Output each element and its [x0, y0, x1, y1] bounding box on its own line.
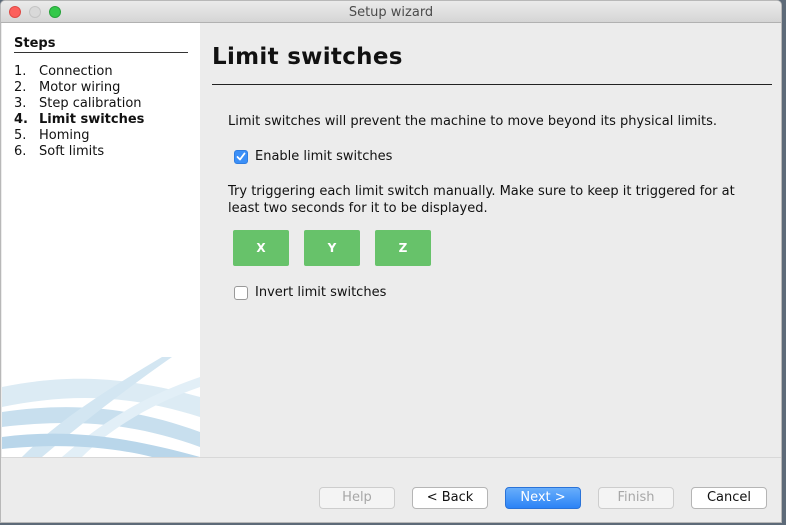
finish-button[interactable]: Finish — [598, 487, 674, 509]
main-content: Limit switches Limit switches will preve… — [200, 23, 781, 457]
steps-title: Steps — [14, 36, 188, 53]
enable-limit-switches-label: Enable limit switches — [255, 149, 393, 164]
enable-limit-switches-checkbox[interactable] — [234, 150, 248, 164]
step-number: 4. — [14, 112, 28, 127]
back-button[interactable]: < Back — [412, 487, 488, 509]
checkmark-icon — [236, 152, 246, 161]
limit-switch-x-indicator: X — [233, 230, 289, 266]
next-button[interactable]: Next > — [505, 487, 581, 509]
hint-text: Try triggering each limit switch manuall… — [228, 184, 735, 216]
step-number: 6. — [14, 144, 27, 159]
limit-switch-y-indicator: Y — [304, 230, 360, 266]
window-title: Setup wizard — [348, 5, 434, 20]
page-title: Limit switches — [212, 44, 403, 70]
step-label: Motor wiring — [39, 80, 121, 95]
heading-divider — [212, 84, 772, 85]
limit-switch-z-indicator: Z — [375, 230, 431, 266]
title-bar: Setup wizard — [1, 1, 781, 23]
cancel-button[interactable]: Cancel — [691, 487, 767, 509]
step-label: Homing — [39, 128, 90, 143]
description-text: Limit switches will prevent the machine … — [228, 114, 717, 129]
step-label: Step calibration — [39, 96, 142, 111]
step-label: Connection — [39, 64, 113, 79]
steps-sidebar: Steps 1. Connection 2. Motor wiring 3. S… — [2, 23, 200, 457]
invert-limit-switches-label: Invert limit switches — [255, 285, 387, 300]
step-label: Soft limits — [39, 144, 105, 159]
step-number: 3. — [14, 96, 27, 111]
invert-limit-switches-checkbox[interactable] — [234, 286, 248, 300]
step-label: Limit switches — [39, 112, 145, 127]
decorative-swoosh-graphic — [2, 357, 200, 457]
step-number: 1. — [14, 64, 27, 79]
setup-wizard-window: Setup wizard Steps 1. Connection 2. Moto… — [0, 0, 782, 523]
help-button[interactable]: Help — [319, 487, 395, 509]
footer-divider — [1, 457, 781, 458]
step-number: 5. — [14, 128, 27, 143]
step-number: 2. — [14, 80, 27, 95]
